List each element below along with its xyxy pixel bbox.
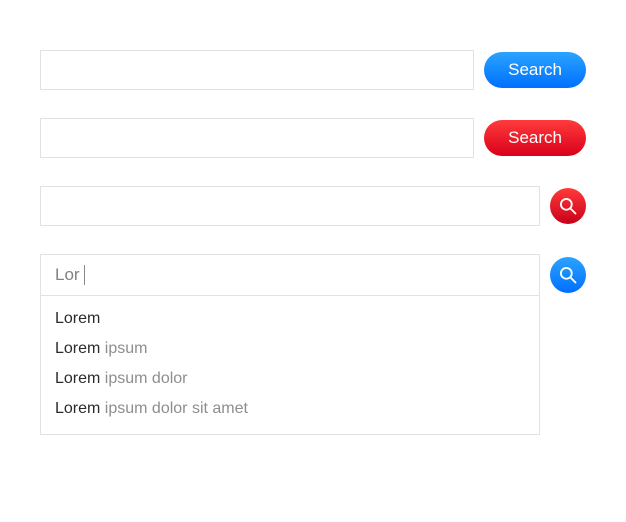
search-bar-red-text: Search bbox=[40, 118, 586, 158]
suggestion-weak: ipsum bbox=[100, 340, 147, 357]
autocomplete-item[interactable]: Lorem ipsum dolor bbox=[41, 364, 539, 394]
autocomplete-item[interactable]: Lorem ipsum bbox=[41, 334, 539, 364]
magnifier-icon bbox=[558, 265, 578, 285]
suggestion-strong: Lorem bbox=[55, 400, 100, 417]
suggestion-strong: Lorem bbox=[55, 310, 100, 327]
search-bar-red-icon bbox=[40, 186, 586, 226]
search-input[interactable]: Lor bbox=[40, 254, 540, 296]
search-input[interactable] bbox=[40, 50, 474, 90]
search-bar-blue-text: Search bbox=[40, 50, 586, 90]
magnifier-icon bbox=[558, 196, 578, 216]
autocomplete-dropdown: Lorem Lorem ipsum Lorem ipsum dolor Lore… bbox=[40, 296, 540, 435]
search-input-value: Lor bbox=[55, 265, 80, 285]
search-icon-button-blue[interactable] bbox=[550, 257, 586, 293]
suggestion-weak: ipsum dolor bbox=[100, 370, 187, 387]
search-button-red[interactable]: Search bbox=[484, 120, 586, 156]
suggestion-strong: Lorem bbox=[55, 340, 100, 357]
search-bar-autocomplete: Lor Lorem Lorem ipsum Lorem ipsum dolor … bbox=[40, 254, 586, 435]
text-caret bbox=[84, 265, 85, 285]
autocomplete-item[interactable]: Lorem ipsum dolor sit amet bbox=[41, 394, 539, 424]
autocomplete-item[interactable]: Lorem bbox=[41, 304, 539, 334]
search-button-blue[interactable]: Search bbox=[484, 52, 586, 88]
search-icon-button-red[interactable] bbox=[550, 188, 586, 224]
suggestion-weak: ipsum dolor sit amet bbox=[100, 400, 248, 417]
suggestion-strong: Lorem bbox=[55, 370, 100, 387]
search-input[interactable] bbox=[40, 118, 474, 158]
search-input[interactable] bbox=[40, 186, 540, 226]
